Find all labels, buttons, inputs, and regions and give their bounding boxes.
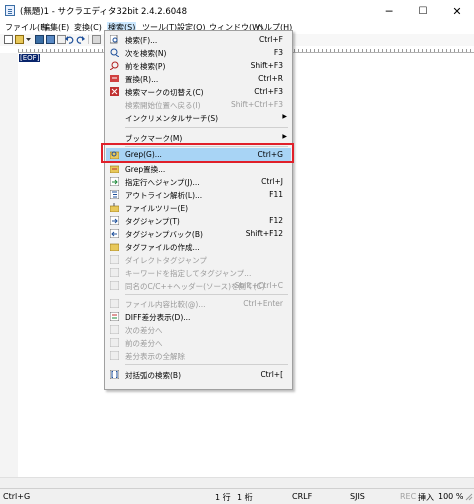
open-folder-icon[interactable] [15, 35, 24, 44]
line-number-gutter [0, 53, 18, 479]
menu-edit[interactable]: 編集(E) [41, 22, 70, 34]
status-eol[interactable]: CRLF [292, 492, 312, 501]
goto-line-icon [109, 176, 120, 187]
menu-item-compare-files[interactable]: ファイル内容比較(@)... Ctrl+Enter [106, 297, 291, 310]
status-zoom: 100 % [438, 492, 464, 501]
menu-item-tag-jump-back[interactable]: タグジャンプバック(B) Shift+F12 [106, 227, 291, 240]
menu-separator [125, 294, 288, 295]
menu-item-clear-diff[interactable]: 差分表示の全解除 [106, 349, 291, 362]
menu-item-return-to-search-start[interactable]: 検索開始位置へ戻る(I) Shift+Ctrl+F3 [106, 98, 291, 111]
status-rec: REC [400, 492, 417, 501]
status-mode: 挿入 [418, 493, 434, 502]
submenu-arrow-icon: ▶ [282, 113, 287, 120]
menu-item-create-tag-file[interactable]: タグファイルの作成... [106, 240, 291, 253]
find-previous-icon [109, 61, 119, 71]
menu-item-grep-replace[interactable]: Grep置換... [106, 162, 291, 175]
search-mark-icon [110, 87, 119, 96]
menu-item-incremental-search[interactable]: インクリメンタルサーチ(S) ▶ [106, 111, 291, 124]
toolbar-separator [88, 35, 89, 44]
cut-icon[interactable] [92, 35, 101, 44]
app-icon[interactable] [5, 5, 15, 16]
menu-item-diff-view[interactable]: DIFF差分表示(D)... [106, 310, 291, 323]
compare-icon [109, 298, 120, 309]
keyword-tag-jump-icon [109, 267, 120, 278]
find-next-icon [110, 48, 120, 58]
menu-item-tag-jump[interactable]: タグジャンプ(T) F12 [106, 214, 291, 227]
tag-file-icon [109, 242, 120, 252]
menu-separator [125, 364, 288, 365]
search-menu: 検索(F)... Ctrl+F 次を検索(N) F3 前を検索(P) Shift… [104, 30, 293, 390]
eof-marker: [EOF] [19, 54, 41, 62]
menu-item-replace[interactable]: 置換(R)... Ctrl+R [106, 72, 291, 85]
menu-separator [125, 127, 288, 128]
tag-jump-icon [109, 215, 120, 226]
menu-item-goto-line[interactable]: 指定行へジャンプ(J)... Ctrl+J [106, 175, 291, 188]
clear-diff-icon [109, 350, 120, 361]
header-source-icon [109, 280, 120, 291]
menu-item-open-header-source[interactable]: 同名のC/C++ヘッダー(ソース)を開く(C) Shift+Ctrl+C [106, 279, 291, 292]
find-icon [109, 34, 119, 44]
menu-item-direct-tag-jump[interactable]: ダイレクトタグジャンプ [106, 253, 291, 266]
file-tree-icon [109, 203, 120, 213]
window-title: (無題)1 - サクラエディタ32bit 2.4.2.6048 [20, 7, 187, 17]
tag-jump-back-icon [109, 228, 120, 239]
title-bar: (無題)1 - サクラエディタ32bit 2.4.2.6048 ─ ☐ ✕ [0, 0, 474, 22]
menu-item-find-previous[interactable]: 前を検索(P) Shift+F3 [106, 59, 291, 72]
dropdown-arrow-icon[interactable] [26, 35, 31, 44]
undo-icon[interactable] [65, 35, 74, 44]
new-file-icon[interactable] [4, 35, 13, 44]
outline-icon [109, 189, 120, 200]
save-icon[interactable] [35, 35, 44, 44]
previous-diff-icon [109, 337, 120, 348]
bracket-icon [109, 369, 120, 380]
menu-item-next-diff[interactable]: 次の差分へ [106, 323, 291, 336]
return-start-icon [110, 100, 119, 109]
diff-icon [109, 311, 120, 322]
menu-convert[interactable]: 変換(C) [73, 22, 103, 34]
resize-grip-icon[interactable] [465, 493, 473, 503]
status-hint: Ctrl+G [3, 492, 31, 501]
redo-icon[interactable] [76, 35, 85, 44]
menu-item-file-tree[interactable]: ファイルツリー(E) [106, 201, 291, 214]
grep-highlight-annotation [101, 143, 294, 163]
close-button[interactable]: ✕ [440, 0, 474, 22]
maximize-button[interactable]: ☐ [406, 0, 440, 22]
status-encoding[interactable]: SJIS [350, 492, 365, 501]
menu-item-keyword-tag-jump[interactable]: キーワードを指定してタグジャンプ... [106, 266, 291, 279]
menu-item-previous-diff[interactable]: 前の差分へ [106, 336, 291, 349]
menu-item-outline-analysis[interactable]: アウトライン解析(L)... F11 [106, 188, 291, 201]
grep-replace-icon [109, 164, 120, 174]
save-all-icon[interactable] [46, 35, 55, 44]
status-line: 1 行 [215, 493, 231, 502]
menu-item-toggle-search-mark[interactable]: 検索マークの切替え(C) Ctrl+F3 [106, 85, 291, 98]
direct-tag-jump-icon [109, 254, 120, 265]
replace-icon [110, 74, 119, 83]
menu-item-find[interactable]: 検索(F)... Ctrl+F [106, 33, 291, 46]
submenu-arrow-icon: ▶ [282, 133, 287, 140]
menu-item-find-next[interactable]: 次を検索(N) F3 [106, 46, 291, 59]
status-bar: Ctrl+G 1 行 1 桁 CRLF SJIS REC 挿入 100 % [0, 488, 474, 504]
status-column: 1 桁 [237, 493, 253, 502]
next-diff-icon [109, 324, 120, 335]
menu-item-find-matching-bracket[interactable]: 対括弧の検索(B) Ctrl+[ [106, 368, 291, 381]
minimize-button[interactable]: ─ [372, 0, 406, 22]
